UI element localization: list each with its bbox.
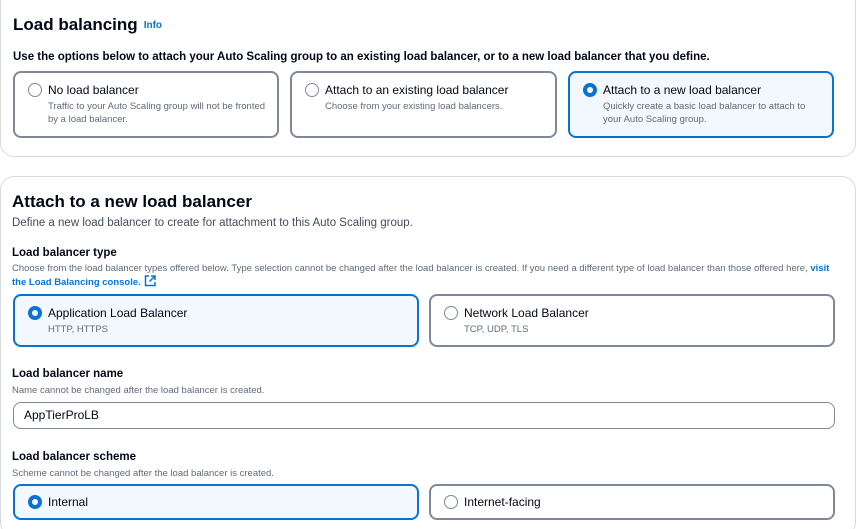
radio-no-load-balancer[interactable]: [28, 83, 42, 97]
new-load-balancer-panel: Attach to a new load balancer Define a n…: [0, 176, 856, 529]
section-description: Use the options below to attach your Aut…: [13, 51, 710, 63]
option-internal[interactable]: Internal: [13, 484, 419, 520]
section-title: Load balancing: [13, 15, 138, 34]
load-balancing-panel: Load balancing Info Use the options below…: [0, 0, 856, 157]
radio-internal[interactable]: [28, 495, 42, 509]
lb-scheme-label: Load balancer scheme: [12, 451, 136, 463]
lb-name-hint: Name cannot be changed after the load ba…: [12, 385, 265, 396]
option-title: Internal: [48, 495, 89, 509]
lb-type-hint: Choose from the load balancer types offe…: [12, 263, 842, 291]
option-description: Choose from your existing load balancers…: [325, 101, 503, 112]
external-link-icon[interactable]: [144, 275, 156, 291]
option-title: Attach to a new load balancer: [603, 83, 762, 97]
option-new-load-balancer[interactable]: Attach to a new load balancer Quickly cr…: [568, 71, 834, 138]
option-title: Network Load Balancer: [464, 306, 589, 320]
option-application-load-balancer[interactable]: Application Load Balancer HTTP, HTTPS: [13, 294, 419, 347]
lb-name-label: Load balancer name: [12, 368, 124, 380]
radio-existing-load-balancer[interactable]: [305, 83, 319, 97]
option-description: Traffic to your Auto Scaling group will …: [48, 101, 266, 125]
option-title: Application Load Balancer: [48, 306, 188, 320]
lb-scheme-hint: Scheme cannot be changed after the load …: [12, 468, 274, 479]
lb-type-hint-text: Choose from the load balancer types offe…: [12, 263, 808, 274]
option-internet-facing[interactable]: Internet-facing: [429, 484, 835, 520]
option-network-load-balancer[interactable]: Network Load Balancer TCP, UDP, TLS: [429, 294, 835, 347]
option-existing-load-balancer[interactable]: Attach to an existing load balancer Choo…: [290, 71, 557, 138]
radio-internet-facing[interactable]: [444, 495, 458, 509]
option-title: No load balancer: [48, 83, 139, 97]
option-title: Attach to an existing load balancer: [325, 83, 509, 97]
new-lb-heading: Attach to a new load balancer: [12, 192, 252, 211]
option-title: Internet-facing: [464, 495, 541, 509]
radio-network-load-balancer[interactable]: [444, 306, 458, 320]
option-no-load-balancer[interactable]: No load balancer Traffic to your Auto Sc…: [13, 71, 279, 138]
option-description: Quickly create a basic load balancer to …: [603, 101, 806, 125]
info-link[interactable]: Info: [144, 20, 162, 31]
lb-type-label: Load balancer type: [12, 247, 117, 259]
load-balancing-heading: Load balancing Info: [13, 15, 162, 35]
option-description: HTTP, HTTPS: [48, 324, 108, 335]
radio-application-load-balancer[interactable]: [28, 306, 42, 320]
new-lb-description: Define a new load balancer to create for…: [12, 217, 413, 229]
lb-name-input[interactable]: AppTierProLB: [13, 402, 835, 429]
option-description: TCP, UDP, TLS: [464, 324, 529, 335]
radio-new-load-balancer[interactable]: [583, 83, 597, 97]
